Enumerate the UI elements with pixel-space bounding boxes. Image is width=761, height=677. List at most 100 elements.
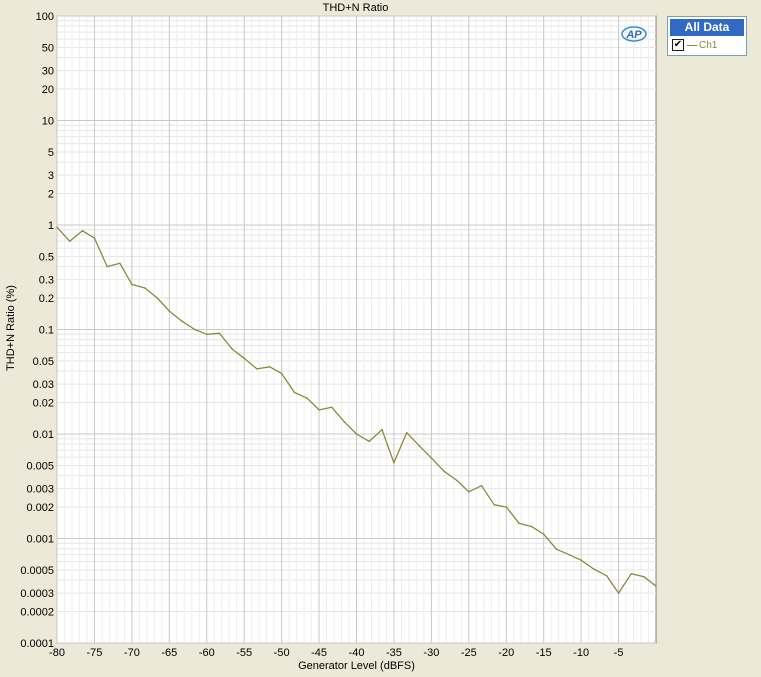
data-point [480,484,483,487]
x-tick-label: -80 [49,647,65,659]
data-point [119,262,121,265]
y-axis-label: THD+N Ratio (%) [5,285,17,371]
x-tick-label: -70 [124,647,140,659]
y-tick-label: 0.03 [33,379,54,391]
y-tick-label: 0.5 [39,251,54,263]
data-point [418,445,421,447]
y-tick-label: 10 [42,116,54,128]
data-point [343,421,346,423]
data-point [381,428,383,431]
data-point [231,348,234,350]
x-tick-label: -15 [536,647,552,659]
y-tick-label: 0.005 [26,460,54,472]
data-point [405,431,408,434]
x-tick-label: -50 [274,647,290,659]
x-tick-label: -20 [498,647,514,659]
data-point [306,397,308,400]
data-point [93,237,96,239]
legend-header[interactable]: All Data [670,19,744,36]
x-axis-label: Generator Level (dBFS) [298,660,415,672]
y-tick-label: 20 [42,84,54,96]
legend-item-label: Ch1 [699,39,718,51]
data-point [243,357,245,360]
x-tick-label: -35 [386,647,402,659]
y-tick-label: 0.3 [39,275,54,287]
data-point [330,406,333,409]
data-point [106,265,108,268]
y-tick-label: 0.0005 [20,565,54,577]
plot-svg: 100 50 30 20 10 5 3 2 1 0.5 0.3 0.2 0.1 0.05 0.03 0.02 0… [20,11,657,659]
data-point [181,320,183,323]
x-tick-label: -30 [423,647,439,659]
data-point [318,409,320,411]
data-point [505,506,508,508]
data-point [530,525,533,528]
data-point [443,470,445,473]
data-point [205,333,208,336]
data-point [256,368,258,370]
chart-window: THD+N Ratio 100 50 30 20 10 5 3 2 1 0.5 0.3 0.2 0.1 0… [0,0,761,677]
data-point [456,479,458,482]
data-point [393,462,395,464]
y-tick-label: 0.05 [33,356,54,368]
data-point [68,240,71,242]
y-tick-label: 50 [42,42,54,54]
legend-item-ch1[interactable]: ✔ Ch1 [672,38,746,52]
y-tick-label: 5 [48,147,54,159]
data-point [168,310,171,312]
y-tick-label: 0.002 [26,502,54,514]
y-axis-ticks: 100 50 30 20 10 5 3 2 1 0.5 0.3 0.2 0.1 0.05 0.03 0.02 0… [20,11,54,650]
data-point [193,328,196,331]
data-point [555,548,558,550]
data-point [518,522,520,525]
data-point [630,572,633,575]
svg-text:AP: AP [625,29,642,41]
y-tick-label: 0.1 [39,325,54,337]
data-point [468,490,470,493]
data-point [493,504,496,506]
y-tick-label: 3 [48,170,54,182]
data-point [131,283,133,286]
y-tick-label: 100 [36,11,54,23]
data-point [568,553,570,556]
data-point [81,230,84,232]
data-point [593,568,595,570]
data-point [643,576,645,578]
y-tick-label: 0.001 [26,534,54,546]
y-tick-label: 0.2 [39,293,54,305]
data-point [605,574,608,577]
x-tick-label: -60 [199,647,215,659]
data-point [580,559,582,561]
y-tick-label: 0.003 [26,484,54,496]
data-point [430,457,433,459]
x-tick-label: -75 [86,647,102,659]
x-tick-label: -10 [573,647,589,659]
x-tick-label: -65 [161,647,177,659]
x-tick-label: -25 [461,647,477,659]
y-tick-label: 0.02 [33,398,54,410]
data-point [655,585,657,587]
legend: All Data ✔ Ch1 [667,16,747,56]
x-axis-ticks: -80 -75 -70 -65 -60 -55 -50 -45 -40 -35 -30 -25 -20 -… [49,647,623,659]
y-tick-label: 0.0003 [20,588,54,600]
legend-checkbox[interactable]: ✔ [672,39,684,51]
data-point [542,533,545,535]
y-tick-label: 30 [42,66,54,78]
y-tick-label: 2 [48,189,54,201]
data-point [368,440,371,443]
legend-line-swatch [687,44,697,46]
x-tick-label: -45 [311,647,327,659]
data-point [268,365,271,368]
data-point [156,297,159,299]
data-point [218,332,221,335]
x-tick-label: -40 [349,647,365,659]
y-tick-label: 1 [48,220,54,232]
data-point [293,391,296,394]
y-tick-label: 0.01 [33,429,54,441]
y-tick-label: 0.0002 [20,607,54,619]
x-tick-label: -55 [236,647,252,659]
x-tick-label: -5 [614,647,624,659]
data-point [143,287,146,289]
data-point [617,592,620,594]
data-point [280,372,283,375]
